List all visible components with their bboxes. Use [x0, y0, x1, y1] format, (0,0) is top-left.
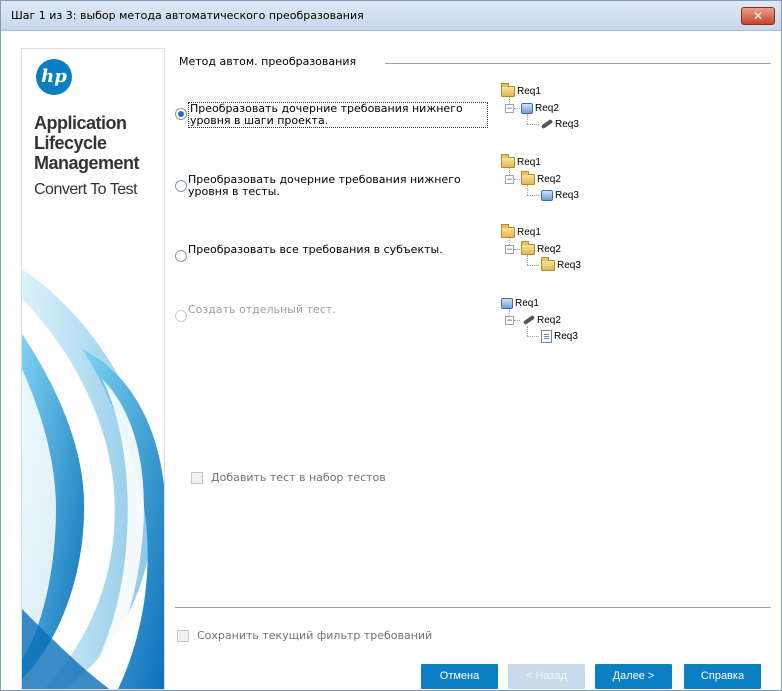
tree-node: Req2	[521, 313, 561, 327]
option-label: Преобразовать все требования в субъекты.	[188, 243, 443, 256]
design-step-icon	[539, 119, 553, 129]
close-button[interactable]: ✕	[741, 7, 775, 25]
tree-connector	[514, 249, 520, 250]
folder-icon	[541, 256, 555, 271]
next-button[interactable]: Далее >	[595, 664, 672, 689]
folder-icon	[501, 223, 515, 238]
tree-node: Req1	[501, 223, 541, 239]
option-convert-to-subjects[interactable]: Преобразовать все требования в субъекты.	[175, 244, 443, 262]
tree-node-label: Req2	[535, 102, 559, 114]
product-name-line3: Management	[34, 153, 140, 173]
tree-node: Req1	[501, 153, 541, 169]
tree-connector	[527, 185, 528, 195]
tree-node: Req2	[521, 240, 561, 256]
tree-node: Req2	[521, 170, 561, 186]
tree-node-label: Req3	[555, 189, 579, 201]
tree-node-label: Req3	[557, 259, 581, 271]
footer-divider	[175, 607, 771, 608]
dialog-body: hp Application Lifecycle Management Conv…	[1, 32, 781, 690]
tree-node-label: Req1	[517, 226, 541, 238]
tree-node: Req2	[521, 101, 559, 115]
option-convert-to-tests[interactable]: Преобразовать дочерние требования нижнег…	[175, 174, 488, 198]
hp-logo: hp	[36, 59, 72, 95]
radio-convert-to-steps[interactable]	[175, 108, 187, 120]
tree-connector	[527, 195, 539, 196]
radio-convert-to-tests[interactable]	[175, 180, 187, 192]
tree-node-label: Req2	[537, 314, 561, 326]
group-divider	[385, 63, 771, 64]
tree-connector	[527, 255, 528, 265]
back-button[interactable]: < Назад	[508, 664, 585, 689]
save-filter-label: Сохранить текущий фильтр требований	[197, 629, 433, 642]
product-name-line2: Lifecycle	[34, 133, 107, 153]
tree-node-label: Req3	[555, 118, 579, 130]
collapse-icon: −	[505, 174, 514, 184]
tree-node-label: Req1	[517, 156, 541, 168]
tree-connector	[514, 320, 520, 321]
method-group-title: Метод автом. преобразования	[179, 55, 363, 68]
tree-node: Req3	[541, 188, 579, 202]
folder-icon	[501, 153, 515, 168]
design-step-icon	[521, 315, 535, 325]
tree-connector	[527, 265, 539, 266]
tree-connector	[527, 326, 528, 336]
tree-node-label: Req3	[554, 330, 578, 342]
product-subtitle: Convert To Test	[34, 181, 138, 198]
option-label: Преобразовать дочерние требования нижнег…	[188, 173, 461, 198]
branding-panel: hp Application Lifecycle Management Conv…	[21, 48, 165, 690]
tree-node: Req1	[501, 296, 539, 310]
tree-node: Req1	[501, 82, 541, 98]
collapse-icon: −	[505, 244, 514, 254]
option-create-single-test[interactable]: Создать отдельный тест.	[175, 304, 336, 322]
tree-node: Req3	[541, 256, 581, 272]
option-label: Создать отдельный тест.	[188, 303, 336, 316]
tree-connector	[514, 108, 520, 109]
tree-connector	[514, 179, 520, 180]
tree-connector	[527, 336, 539, 337]
document-icon	[541, 329, 552, 343]
option-label: Преобразовать дочерние требования нижнег…	[188, 102, 488, 128]
window-title: Шаг 1 из 3: выбор метода автоматического…	[11, 9, 364, 22]
option-convert-to-steps[interactable]: Преобразовать дочерние требования нижнег…	[175, 102, 488, 128]
title-bar[interactable]: Шаг 1 из 3: выбор метода автоматического…	[1, 1, 781, 31]
folder-icon	[501, 82, 515, 97]
tree-connector	[527, 124, 539, 125]
folder-icon	[521, 170, 535, 185]
radio-create-single-test[interactable]	[175, 310, 187, 322]
cancel-button[interactable]: Отмена	[421, 664, 498, 689]
test-icon	[541, 189, 553, 201]
tree-node: Req3	[539, 117, 579, 131]
add-to-test-set-checkbox[interactable]	[191, 471, 203, 484]
add-to-test-set-label: Добавить тест в набор тестов	[211, 471, 386, 484]
test-icon	[501, 297, 513, 309]
folder-icon	[521, 240, 535, 255]
collapse-icon: −	[505, 103, 514, 113]
tree-connector	[527, 114, 528, 124]
save-filter-checkbox[interactable]	[177, 629, 189, 642]
close-icon: ✕	[752, 9, 764, 23]
product-name: Application Lifecycle Management	[34, 113, 140, 173]
tree-node: Req3	[541, 329, 578, 343]
tree-node-label: Req2	[537, 243, 561, 255]
tree-node-label: Req1	[517, 85, 541, 97]
product-name-line1: Application	[34, 113, 127, 133]
save-filter-row[interactable]: Сохранить текущий фильтр требований	[177, 629, 432, 642]
tree-node-label: Req1	[515, 297, 539, 309]
test-icon	[521, 102, 533, 114]
collapse-icon: −	[505, 315, 514, 325]
radio-convert-to-subjects[interactable]	[175, 250, 187, 262]
tree-node-label: Req2	[537, 173, 561, 185]
add-to-test-set-row[interactable]: Добавить тест в набор тестов	[191, 471, 386, 484]
help-button[interactable]: Справка	[684, 664, 761, 689]
wizard-dialog: Шаг 1 из 3: выбор метода автоматического…	[0, 0, 782, 691]
